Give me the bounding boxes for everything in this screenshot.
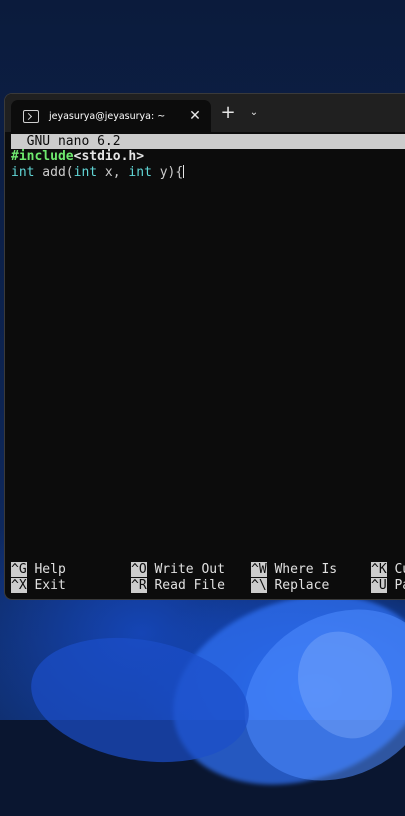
shortcut-label: Exit [26, 578, 66, 593]
terminal-window[interactable]: jeyasurya@jeyasurya: ~ ✕ + ⌄ GNU nano 6.… [4, 93, 405, 600]
function-signature: add( [34, 165, 74, 180]
shortcut-key: ^O [131, 562, 147, 577]
shortcut-label: Where Is [266, 562, 338, 577]
shortcut-key: ^\ [251, 578, 267, 593]
terminal-tab[interactable]: jeyasurya@jeyasurya: ~ ✕ [11, 100, 211, 132]
code-line-2: int add(int x, int y){ [11, 165, 185, 181]
keyword: int [73, 165, 98, 180]
shortcut-read-file[interactable]: ^R Read File [131, 578, 225, 593]
param-text: x, [97, 165, 129, 180]
terminal-content[interactable]: GNU nano 6.2 #include<stdio.h> int add(i… [5, 132, 405, 599]
shortcut-key: ^R [131, 578, 147, 593]
shortcut-where-is[interactable]: ^W Where Is [251, 562, 337, 577]
shortcut-label: Cu [394, 562, 405, 577]
shortcut-label: Help [26, 562, 66, 577]
code-line-1: #include<stdio.h> [11, 149, 144, 165]
new-tab-button[interactable]: + [219, 104, 237, 122]
keyword: int [11, 165, 35, 180]
shortcut-key: ^K [371, 562, 387, 577]
preprocessor-directive: #include [11, 149, 74, 164]
text-cursor [183, 165, 185, 178]
shortcut-label: Read File [146, 578, 225, 593]
shortcut-label: Pa [394, 578, 405, 593]
shortcut-paste[interactable]: ^U Pa [371, 578, 405, 593]
nano-shortcut-bar: ^G Help ^O Write Out ^W Where Is ^K Cu ^… [11, 562, 405, 596]
shortcut-label: Write Out [146, 562, 225, 577]
shortcut-label: Replace [266, 578, 330, 593]
shortcut-key: ^U [371, 578, 387, 593]
shortcut-key: ^X [11, 578, 27, 593]
terminal-icon [23, 109, 39, 123]
close-icon[interactable]: ✕ [187, 108, 203, 124]
keyword: int [128, 165, 152, 180]
shortcut-exit[interactable]: ^X Exit [11, 578, 66, 593]
shortcut-key: ^W [251, 562, 267, 577]
shortcut-help[interactable]: ^G Help [11, 562, 66, 577]
param-text: y){ [151, 165, 184, 180]
tab-strip: jeyasurya@jeyasurya: ~ ✕ + ⌄ [5, 94, 405, 132]
include-header: <stdio.h> [73, 149, 145, 164]
nano-title-bar: GNU nano 6.2 [11, 134, 405, 149]
chevron-down-icon[interactable]: ⌄ [245, 104, 263, 122]
shortcut-replace[interactable]: ^\ Replace [251, 578, 329, 593]
shortcut-key: ^G [11, 562, 27, 577]
shortcut-write-out[interactable]: ^O Write Out [131, 562, 225, 577]
tab-title: jeyasurya@jeyasurya: ~ [49, 110, 166, 122]
shortcut-cut[interactable]: ^K Cu [371, 562, 405, 577]
